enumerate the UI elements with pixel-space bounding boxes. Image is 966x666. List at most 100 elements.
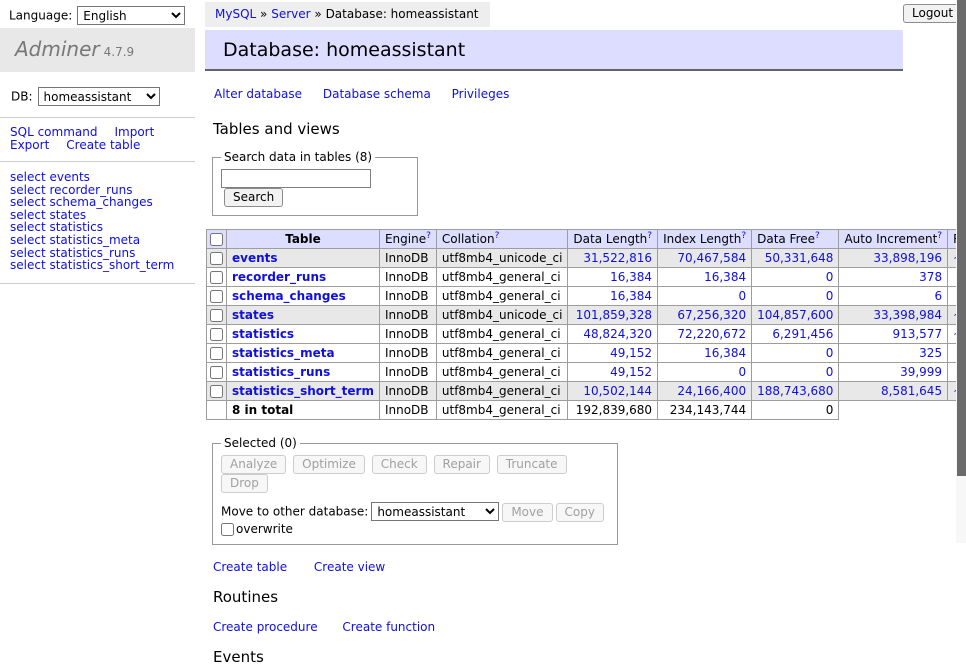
auto-increment-link[interactable]: 39,999: [900, 365, 942, 379]
table-name-link[interactable]: recorder_runs: [232, 270, 326, 284]
data-length-total: 192,839,680: [568, 401, 658, 420]
data-free-link[interactable]: 50,331,648: [765, 251, 834, 265]
column-help-link[interactable]: ?: [495, 231, 500, 241]
move-db-select[interactable]: homeassistant: [371, 502, 499, 521]
auto-increment-link[interactable]: 8,581,645: [881, 384, 942, 398]
row-checkbox[interactable]: [210, 366, 223, 379]
table-name-link[interactable]: schema_changes: [232, 289, 346, 303]
column-help-link[interactable]: ?: [426, 231, 431, 241]
row-checkbox[interactable]: [210, 309, 223, 322]
sql-command-link[interactable]: SQL command: [10, 125, 97, 139]
search-input[interactable]: [221, 169, 371, 188]
analyze-button[interactable]: Analyze: [221, 455, 286, 474]
sidebar-item-select-statistics-short-term[interactable]: select statistics_short_term: [10, 259, 195, 272]
index-length-link[interactable]: 24,166,400: [677, 384, 746, 398]
create-procedure-link[interactable]: Create procedure: [213, 620, 318, 634]
export-link[interactable]: Export: [10, 138, 49, 152]
data-free-link[interactable]: 0: [826, 365, 834, 379]
data-length-link[interactable]: 10,502,144: [583, 384, 652, 398]
row-checkbox[interactable]: [210, 347, 223, 360]
engine-cell: InnoDB: [379, 325, 436, 344]
auto-increment-link[interactable]: 33,898,196: [873, 251, 942, 265]
data-length-link[interactable]: 16,384: [610, 270, 652, 284]
create-function-link[interactable]: Create function: [342, 620, 435, 634]
language-label: Language:: [9, 9, 72, 23]
data-free-link[interactable]: 6,291,456: [772, 327, 833, 341]
sidebar-item-select-schema-changes[interactable]: select schema_changes: [10, 196, 195, 209]
table-name-link[interactable]: states: [232, 308, 274, 322]
column-help-link[interactable]: ?: [815, 231, 820, 241]
collation-cell: utf8mb4_general_ci: [436, 344, 568, 363]
auto-increment-link[interactable]: 6: [934, 289, 942, 303]
search-button[interactable]: Search: [224, 188, 283, 207]
sidebar-item-select-statistics-meta[interactable]: select statistics_meta: [10, 234, 195, 247]
select-all-checkbox[interactable]: [210, 233, 223, 246]
auto-increment-link[interactable]: 33,398,984: [873, 308, 942, 322]
index-length-link[interactable]: 0: [738, 365, 746, 379]
data-length-link[interactable]: 49,152: [610, 346, 652, 360]
table-name-link[interactable]: statistics: [232, 327, 294, 341]
total-label: 8 in total: [227, 401, 380, 420]
language-select[interactable]: English: [77, 6, 185, 25]
app-version[interactable]: 4.7.9: [104, 45, 135, 59]
data-length-link[interactable]: 31,522,816: [583, 251, 652, 265]
table-name-link[interactable]: statistics_runs: [232, 365, 330, 379]
create-table-link[interactable]: Create table: [66, 138, 140, 152]
row-checkbox[interactable]: [210, 328, 223, 341]
repair-button[interactable]: Repair: [434, 455, 490, 474]
index-length-link[interactable]: 16,384: [704, 346, 746, 360]
db-select[interactable]: homeassistant: [38, 87, 160, 106]
data-length-link[interactable]: 16,384: [610, 289, 652, 303]
alter-database-link[interactable]: Alter database: [214, 87, 302, 101]
create-table-link-main[interactable]: Create table: [213, 560, 287, 574]
move-button[interactable]: Move: [502, 503, 552, 522]
engine-cell: InnoDB: [379, 249, 436, 268]
collation-cell: utf8mb4_general_ci: [436, 363, 568, 382]
auto-increment-link[interactable]: 913,577: [892, 327, 942, 341]
data-length-link[interactable]: 101,859,328: [576, 308, 652, 322]
truncate-button[interactable]: Truncate: [497, 455, 567, 474]
breadcrumb-server-link[interactable]: Server: [271, 7, 310, 21]
auto-increment-link[interactable]: 325: [919, 346, 942, 360]
data-free-link[interactable]: 0: [826, 270, 834, 284]
overwrite-checkbox[interactable]: [221, 523, 234, 536]
data-free-link[interactable]: 104,857,600: [757, 308, 833, 322]
data-free-link[interactable]: 0: [826, 346, 834, 360]
logout-button[interactable]: Logout: [903, 4, 962, 23]
table-name-link[interactable]: statistics_short_term: [232, 384, 374, 398]
sidebar-item-select-events[interactable]: select events: [10, 171, 195, 184]
column-help-link[interactable]: ?: [937, 231, 942, 241]
index-length-link[interactable]: 16,384: [704, 270, 746, 284]
column-help-link[interactable]: ?: [647, 231, 652, 241]
breadcrumb-mysql-link[interactable]: MySQL: [215, 7, 256, 21]
auto-increment-link[interactable]: 378: [919, 270, 942, 284]
collation-cell: utf8mb4_unicode_ci: [436, 306, 568, 325]
index-length-link[interactable]: 72,220,672: [677, 327, 746, 341]
table-row: schema_changes InnoDB utf8mb4_general_ci…: [207, 287, 966, 306]
database-schema-link[interactable]: Database schema: [323, 87, 431, 101]
column-help-link[interactable]: ?: [741, 231, 746, 241]
app-name[interactable]: Adminer: [15, 37, 100, 61]
row-checkbox[interactable]: [210, 252, 223, 265]
check-button[interactable]: Check: [372, 455, 427, 474]
data-free-link[interactable]: 188,743,680: [757, 384, 833, 398]
create-view-link[interactable]: Create view: [314, 560, 385, 574]
privileges-link[interactable]: Privileges: [452, 87, 510, 101]
table-name-link[interactable]: statistics_meta: [232, 346, 335, 360]
drop-button[interactable]: Drop: [221, 474, 268, 493]
data-free-link[interactable]: 0: [826, 289, 834, 303]
row-checkbox[interactable]: [210, 271, 223, 284]
tables-and-views-heading: Tables and views: [213, 120, 940, 138]
table-name-link[interactable]: events: [232, 251, 278, 265]
index-length-link[interactable]: 70,467,584: [677, 251, 746, 265]
row-checkbox[interactable]: [210, 290, 223, 303]
copy-button[interactable]: Copy: [556, 503, 604, 522]
index-length-link[interactable]: 0: [738, 289, 746, 303]
data-length-link[interactable]: 49,152: [610, 365, 652, 379]
row-checkbox[interactable]: [210, 385, 223, 398]
data-length-link[interactable]: 48,824,320: [583, 327, 652, 341]
index-length-link[interactable]: 67,256,320: [677, 308, 746, 322]
import-link[interactable]: Import: [114, 125, 154, 139]
optimize-button[interactable]: Optimize: [293, 455, 365, 474]
scrollbar-thumb[interactable]: [957, 0, 966, 476]
